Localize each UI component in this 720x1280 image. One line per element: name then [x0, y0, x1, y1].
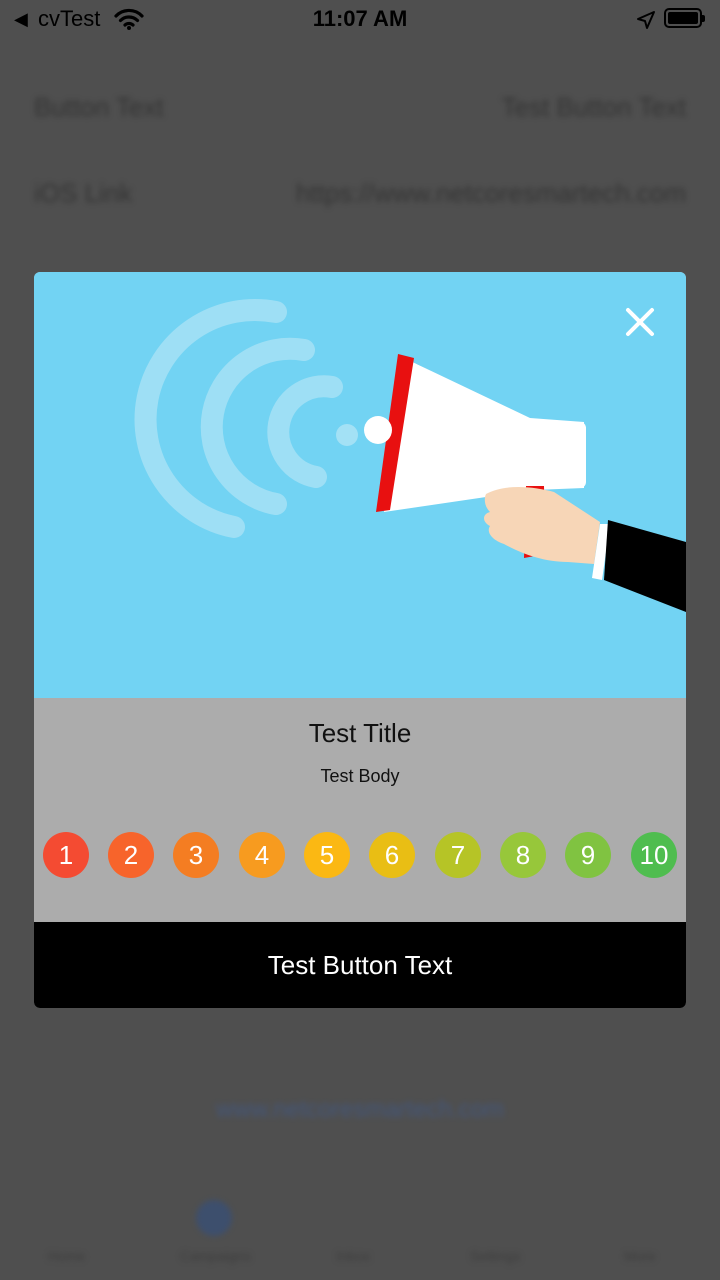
tab-home: Home	[48, 1248, 86, 1264]
rating-option-2[interactable]: 2	[108, 832, 154, 878]
rating-option-5[interactable]: 5	[304, 832, 350, 878]
hero-image-megaphone	[34, 272, 686, 698]
background-row-label: iOS Link	[34, 178, 133, 208]
close-icon	[626, 308, 654, 336]
rating-option-9[interactable]: 9	[565, 832, 611, 878]
rating-option-6[interactable]: 6	[369, 832, 415, 878]
tab-icon	[196, 1200, 232, 1236]
tab-campaigns: Campaigns	[180, 1248, 251, 1264]
clock-time: 11:07 AM	[312, 6, 408, 31]
rating-option-3[interactable]: 3	[173, 832, 219, 878]
location-icon	[636, 10, 656, 35]
tab-inbox: Inbox	[336, 1248, 371, 1264]
tab-more: More	[624, 1248, 656, 1264]
rating-option-8[interactable]: 8	[500, 832, 546, 878]
cta-button[interactable]: Test Button Text	[34, 922, 686, 1008]
close-button[interactable]	[620, 302, 660, 342]
popup-body: Test Body	[320, 766, 400, 786]
rating-scale: 1 2 3 4 5 6 7 8 9 10	[43, 832, 677, 878]
rating-option-4[interactable]: 4	[239, 832, 285, 878]
background-row-button-text: Button Text Test Button Text	[34, 92, 686, 123]
megaphone-illustration	[134, 299, 686, 612]
background-link: www.netcoresmartech.com	[215, 1096, 505, 1123]
background-row-value: Test Button Text	[501, 92, 686, 122]
rating-option-10[interactable]: 10	[631, 832, 677, 878]
status-bar: ◀ cvTest 11:07 AM	[0, 0, 720, 40]
battery-icon	[664, 8, 705, 28]
rating-option-1[interactable]: 1	[43, 832, 89, 878]
background-tab-bar: Home Campaigns Inbox Settings More	[0, 1190, 720, 1280]
tab-settings: Settings	[470, 1248, 521, 1264]
background-row-value: https://www.netcoresmartech.com	[295, 178, 686, 208]
background-row-ios-link: iOS Link https://www.netcoresmartech.com	[34, 178, 686, 209]
popup-title: Test Title	[308, 718, 412, 748]
popup-modal: Test Title Test Body 1 2 3 4 5 6 7 8 9 1…	[34, 272, 686, 1008]
background-row-label: Button Text	[34, 92, 164, 122]
rating-option-7[interactable]: 7	[435, 832, 481, 878]
